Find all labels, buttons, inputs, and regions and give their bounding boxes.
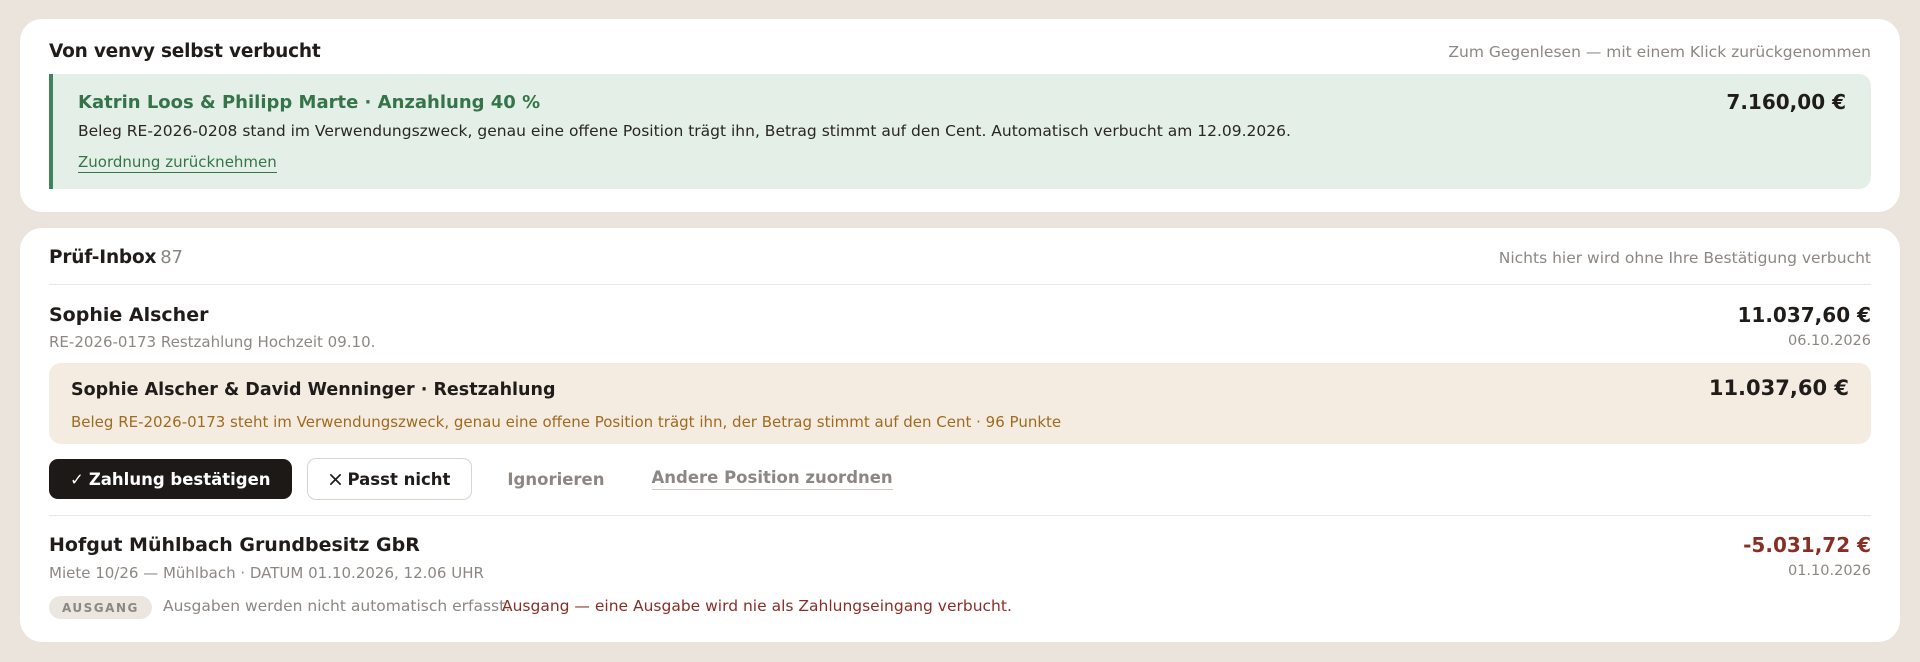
expense-note: Ausgaben werden nicht automatisch erfass… [163, 597, 511, 615]
auto-booked-card: Von venvy selbst verbucht Zum Gegenlesen… [20, 19, 1900, 212]
auto-booked-entry: Katrin Loos & Philipp Marte · Anzahlung … [49, 74, 1871, 189]
review-inbox-card: Prüf-Inbox 87 Nichts hier wird ohne Ihre … [20, 228, 1900, 642]
inbox-count: 87 [160, 247, 183, 268]
payment-amount: 11.037,60 € [1737, 303, 1872, 327]
ignore-button[interactable]: Ignorieren [507, 470, 604, 489]
payment-reference: Miete 10/26 — Mühlbach · DATUM 01.10.202… [49, 564, 484, 582]
match-description: Beleg RE-2026-0173 steht im Verwendungsz… [71, 413, 1062, 431]
close-icon [329, 473, 341, 485]
divider [49, 284, 1871, 285]
auto-booked-note: Zum Gegenlesen — mit einem Klick zurückg… [1448, 43, 1871, 61]
divider [49, 515, 1871, 516]
auto-booked-header: Von venvy selbst verbucht Zum Gegenlesen… [49, 41, 1871, 62]
payment-amount: -5.031,72 € [1743, 533, 1871, 557]
auto-entry-description: Beleg RE-2026-0208 stand im Verwendungsz… [78, 122, 1291, 140]
inbox-header: Prüf-Inbox 87 Nichts hier wird ohne Ihre … [49, 247, 1871, 268]
match-title: Sophie Alscher & David Wenninger · Restz… [71, 380, 556, 400]
undo-assignment-link[interactable]: Zuordnung zurücknehmen [78, 153, 277, 173]
payment-date: 01.10.2026 [1787, 563, 1871, 579]
item-actions: ✓ Zahlung bestätigen Passt nicht Ignorie… [49, 458, 893, 500]
payer-name: Sophie Alscher [49, 304, 209, 326]
confirm-payment-button[interactable]: ✓ Zahlung bestätigen [49, 459, 292, 499]
payer-name: Hofgut Mühlbach Grundbesitz GbR [49, 534, 420, 556]
check-icon: ✓ [70, 469, 84, 489]
auto-entry-amount: 7.160,00 € [1726, 90, 1846, 114]
payment-reference: RE-2026-0173 Restzahlung Hochzeit 09.10. [49, 333, 376, 351]
inbox-note: Nichts hier wird ohne Ihre Bestätigung v… [1498, 249, 1871, 267]
assign-other-position-link[interactable]: Andere Position zuordnen [651, 468, 893, 490]
inbox-title: Prüf-Inbox [49, 247, 157, 268]
confirm-payment-label: Zahlung bestätigen [88, 469, 271, 489]
expense-warning: Ausgang — eine Ausgabe wird nie als Zahl… [502, 597, 1012, 615]
reject-match-label: Passt nicht [347, 469, 451, 489]
payment-date: 06.10.2026 [1787, 333, 1871, 349]
auto-entry-title: Katrin Loos & Philipp Marte · Anzahlung … [78, 92, 541, 113]
auto-booked-title: Von venvy selbst verbucht [49, 41, 321, 62]
outgoing-badge: AUSGANG [49, 596, 152, 619]
inbox-title-group: Prüf-Inbox 87 [49, 247, 183, 268]
match-suggestion: Sophie Alscher & David Wenninger · Restz… [49, 363, 1871, 444]
reject-match-button[interactable]: Passt nicht [306, 458, 473, 500]
match-amount: 11.037,60 € [1708, 376, 1849, 400]
